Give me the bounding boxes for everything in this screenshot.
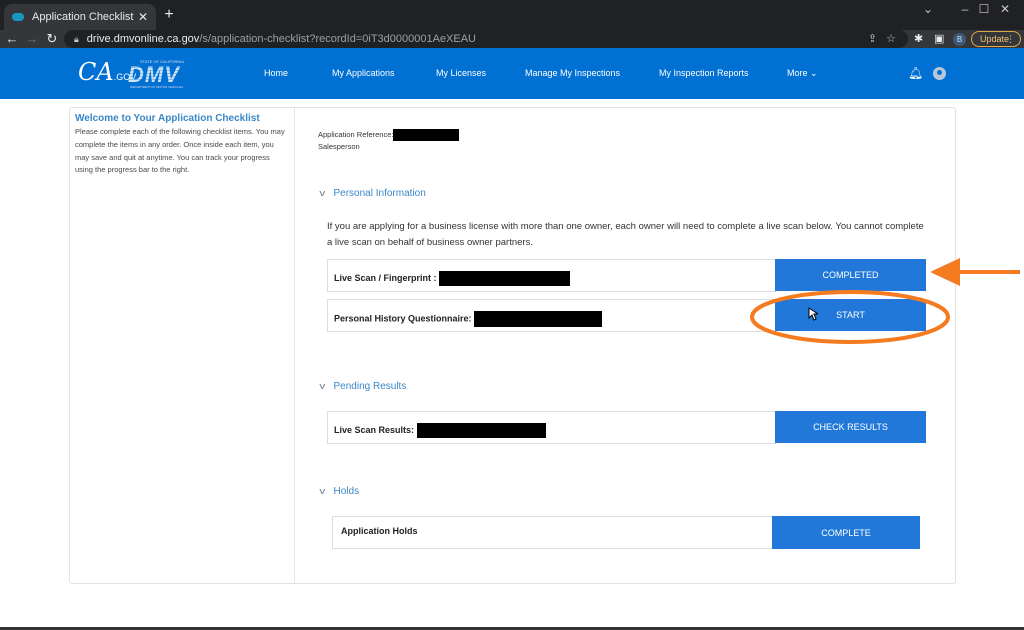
complete-button[interactable]: COMPLETE [772, 516, 920, 549]
reload-icon[interactable]: ↻ [44, 30, 60, 48]
item-label: Live Scan Results: [334, 423, 546, 438]
nav-manage-my-inspections[interactable]: Manage My Inspections [525, 68, 620, 78]
nav-more-label: More [787, 68, 808, 78]
update-label: Update [980, 34, 1010, 44]
checklist-item-history-questionnaire: Personal History Questionnaire: [327, 299, 776, 332]
section-personal-information[interactable]: v Personal Information [319, 188, 426, 199]
personal-info-intro: If you are applying for a business licen… [327, 221, 924, 248]
item-label: Live Scan / Fingerprint : [334, 271, 571, 286]
dmv-logo[interactable]: STATE OF CALIFORNIA DMV DEPARTMENT OF MO… [128, 59, 204, 89]
extensions-icon[interactable]: ✱ [914, 30, 923, 48]
section-pending-results[interactable]: v Pending Results [319, 381, 407, 392]
redacted-reference [393, 129, 460, 142]
welcome-title: Welcome to Your Application Checklist [75, 113, 260, 124]
item-label: Personal History Questionnaire: [334, 311, 603, 327]
logo-ca-text: CA [78, 58, 114, 86]
welcome-body: Please complete each of the following ch… [75, 127, 285, 175]
site-header: CA.GOV STATE OF CALIFORNIA DMV DEPARTMEN… [0, 48, 1024, 99]
mouse-cursor-icon [808, 307, 818, 321]
notification-bell-icon[interactable]: 🔔︎ [908, 66, 923, 80]
reference-label: Application Reference: [318, 130, 394, 139]
application-reference: Application Reference: Salesperson [318, 129, 460, 152]
completed-button[interactable]: COMPLETED [775, 259, 926, 291]
share-bookmark-icons[interactable]: ⇪ ☆ [868, 30, 896, 48]
back-icon[interactable]: ← [4, 30, 20, 48]
welcome-panel: Welcome to Your Application Checklist Pl… [70, 108, 295, 583]
section-holds[interactable]: v Holds [319, 486, 360, 497]
nav-my-applications[interactable]: My Applications [332, 68, 395, 78]
tab-title: Application Checklist [32, 11, 134, 23]
chevron-down-icon: v [319, 381, 326, 391]
user-avatar-icon[interactable] [933, 67, 946, 80]
application-role: Salesperson [318, 142, 360, 152]
address-bar[interactable]: 🔒︎ drive.dmvonline.ca.gov /s/application… [64, 30, 908, 48]
redacted-value [474, 311, 603, 327]
lock-icon: 🔒︎ [74, 33, 79, 44]
side-panel-icon[interactable]: ▣ [934, 30, 944, 48]
logo-dept-text: DEPARTMENT OF MOTOR VEHICLES [130, 85, 183, 89]
nav-my-licenses[interactable]: My Licenses [436, 68, 486, 78]
nav-my-inspection-reports[interactable]: My Inspection Reports [659, 68, 749, 78]
browser-tab[interactable]: Application Checklist ✕ [4, 4, 156, 30]
section-title: Holds [333, 486, 360, 497]
maximize-icon[interactable]: ☐ [974, 2, 994, 16]
check-results-button[interactable]: CHECK RESULTS [775, 411, 926, 443]
url-path: /s/application-checklist?recordId=0iT3d0… [199, 33, 477, 45]
item-label: Application Holds [341, 526, 418, 536]
redacted-value [416, 423, 546, 438]
nav-more[interactable]: More ⌄ [787, 68, 818, 79]
checklist-item-live-scan-results: Live Scan Results: [327, 411, 776, 444]
checklist-item-application-holds: Application Holds [332, 516, 774, 549]
close-window-icon[interactable]: ✕ [995, 2, 1015, 16]
chevron-down-icon: v [319, 486, 326, 496]
salesforce-cloud-icon [12, 13, 24, 21]
close-tab-icon[interactable]: ✕ [138, 10, 148, 24]
browser-toolbar: ← → ↻ 🔒︎ drive.dmvonline.ca.gov /s/appli… [0, 30, 1024, 48]
checklist-item-live-scan: Live Scan / Fingerprint : [327, 259, 776, 292]
chevron-down-icon: ⌄ [810, 68, 818, 78]
forward-icon[interactable]: → [24, 30, 40, 48]
section-title: Pending Results [333, 381, 407, 392]
url-host: drive.dmvonline.ca.gov [86, 33, 200, 45]
orange-arrow-annotation [930, 258, 1020, 286]
orange-circle-annotation [750, 290, 950, 344]
profile-avatar[interactable]: B [953, 33, 966, 46]
more-menu-icon[interactable]: ⋮ [1006, 32, 1015, 46]
redacted-value [439, 271, 571, 286]
browser-tab-strip: Application Checklist ✕ + ⌄ – ☐ ✕ [0, 0, 1024, 30]
minimize-icon[interactable]: – [955, 2, 975, 16]
new-tab-button[interactable]: + [160, 6, 178, 24]
nav-home[interactable]: Home [264, 68, 288, 78]
section-title: Personal Information [333, 188, 426, 199]
update-button[interactable]: Update ⋮ [971, 31, 1021, 47]
chevron-down-icon: v [319, 188, 326, 198]
tab-search-icon[interactable]: ⌄ [918, 2, 938, 16]
